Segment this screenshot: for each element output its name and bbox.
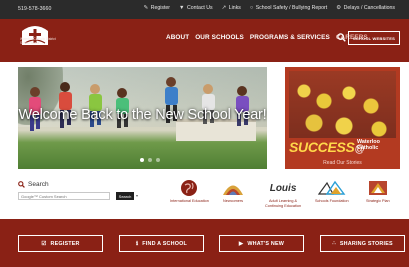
top-link-label: Contact Us xyxy=(186,5,213,11)
top-link-links[interactable]: ↗ Links xyxy=(222,5,241,11)
st-louis-logo: Louis xyxy=(270,179,297,197)
top-link-delays[interactable]: ⚙ Delays / Cancellations xyxy=(336,5,395,11)
slider-dot[interactable] xyxy=(148,158,152,162)
school-websites-button[interactable]: SCHOOL WEBSITES xyxy=(348,31,400,45)
nav-our-schools[interactable]: OUR SCHOOLS xyxy=(195,34,244,41)
promo-title-text: SUCCESS xyxy=(289,139,355,155)
top-link-label: Register xyxy=(150,5,171,11)
external-link-icon: ↗ xyxy=(221,5,227,11)
newcomers-icon xyxy=(223,185,243,195)
st-louis-logo-text: Louis xyxy=(269,182,297,194)
schools-foundation-icon xyxy=(317,180,346,195)
register-button[interactable]: ☑ REGISTER xyxy=(18,235,103,252)
quick-link-international[interactable]: International Education xyxy=(170,179,209,204)
top-links: ✎ Register ▼ Contact Us ↗ Links ○ School… xyxy=(144,5,395,11)
main-header: Waterloo Catholic District School Board … xyxy=(0,19,409,62)
sharing-stories-label: SHARING STORIES xyxy=(339,240,393,247)
hero-slider[interactable]: Welcome Back to the New School Year! xyxy=(18,67,267,169)
slider-dot[interactable] xyxy=(140,158,144,162)
chevron-down-icon[interactable]: ▾ xyxy=(136,193,138,198)
whats-new-label: WHAT'S NEW xyxy=(247,240,285,247)
whats-new-button[interactable]: ▶ WHAT'S NEW xyxy=(219,235,304,252)
success-promo[interactable]: SUCCESS@ Waterloo Catholic Read Our Stor… xyxy=(285,67,400,169)
promo-read-stories: Read Our Stories xyxy=(323,160,362,166)
search-icon[interactable] xyxy=(337,33,346,42)
board-name: Waterloo Catholic District School Board xyxy=(20,37,56,45)
action-band: ☑ REGISTER ℹ FIND A SCHOOL ▶ WHAT'S NEW … xyxy=(0,219,409,267)
slider-dot[interactable] xyxy=(156,158,160,162)
find-a-school-label: FIND A SCHOOL xyxy=(142,240,188,247)
quick-link-strategic-plan[interactable]: Strategic Plan xyxy=(366,179,390,204)
top-link-label: School Safety / Bullying Report xyxy=(255,5,328,11)
edit-icon: ✎ xyxy=(143,5,149,11)
search-label: Search xyxy=(28,181,49,188)
chat-bubble-icon: ○ xyxy=(249,5,254,11)
phone-number[interactable]: 519-578-3660 xyxy=(18,6,52,12)
find-a-school-button[interactable]: ℹ FIND A SCHOOL xyxy=(119,235,204,252)
top-utility-bar: 519-578-3660 ✎ Register ▼ Contact Us ↗ L… xyxy=(0,0,409,19)
quick-link-newcomers[interactable]: Newcomers xyxy=(222,179,244,204)
top-link-label: Links xyxy=(228,5,241,11)
hero-caption: Welcome Back to the New School Year! xyxy=(18,107,267,123)
quick-link-label: International Education xyxy=(170,199,209,203)
search-input[interactable] xyxy=(18,192,110,200)
megaphone-icon: ▶ xyxy=(238,240,244,247)
globe-icon xyxy=(181,180,198,196)
location-pin-icon: ▼ xyxy=(179,5,185,11)
info-icon: ℹ xyxy=(135,240,139,247)
strategic-plan-icon xyxy=(368,181,387,195)
search-heading: Search xyxy=(18,181,49,188)
register-button-label: REGISTER xyxy=(50,240,80,247)
quick-link-label: Newcomers xyxy=(222,199,244,203)
slider-dots xyxy=(140,158,160,162)
quick-link-label: Schools Foundation xyxy=(315,199,349,203)
gear-icon: ⚙ xyxy=(336,5,342,11)
search-button[interactable]: Search xyxy=(116,192,134,200)
search-icon xyxy=(18,181,25,188)
quick-link-adult-learning[interactable]: Louis Adult Learning & Continuing Educat… xyxy=(265,179,301,208)
nav-programs-services[interactable]: PROGRAMS & SERVICES xyxy=(250,34,330,41)
promo-title: SUCCESS@ xyxy=(289,139,365,155)
promo-subtitle: Waterloo Catholic xyxy=(357,139,380,151)
share-icon: ∴ xyxy=(332,240,336,247)
top-link-register[interactable]: ✎ Register xyxy=(144,5,170,11)
quick-link-label: Strategic Plan xyxy=(366,199,390,203)
top-link-safety-report[interactable]: ○ School Safety / Bullying Report xyxy=(250,5,327,11)
edit-icon: ☑ xyxy=(41,240,47,247)
nav-about[interactable]: ABOUT xyxy=(166,34,189,41)
quick-link-schools-foundation[interactable]: Schools Foundation xyxy=(315,179,349,204)
top-link-label: Delays / Cancellations xyxy=(343,5,395,11)
sharing-stories-button[interactable]: ∴ SHARING STORIES xyxy=(320,235,405,252)
promo-photo xyxy=(289,71,396,138)
top-link-contact-us[interactable]: ▼ Contact Us xyxy=(179,5,213,11)
quick-link-label: Adult Learning & Continuing Education xyxy=(265,199,302,208)
